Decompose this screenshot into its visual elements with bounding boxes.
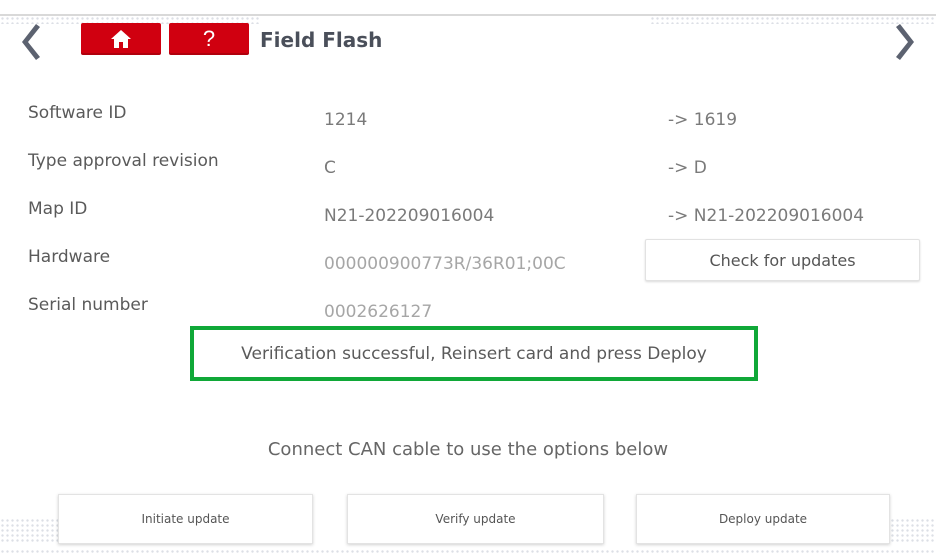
hardware-label: Hardware: [28, 247, 111, 267]
initiate-update-button[interactable]: Initiate update: [58, 494, 313, 544]
type-approval-value: C: [324, 158, 336, 178]
type-approval-new: -> D: [668, 158, 707, 178]
verify-update-button[interactable]: Verify update: [347, 494, 604, 544]
chevron-right-icon: [896, 24, 914, 60]
help-icon: ?: [202, 26, 216, 51]
dot-pattern: [890, 518, 936, 544]
home-button[interactable]: [81, 23, 161, 55]
map-id-new: -> N21-202209016004: [668, 206, 865, 226]
dot-pattern: [0, 518, 58, 544]
deploy-update-button[interactable]: Deploy update: [636, 494, 890, 544]
type-approval-label: Type approval revision: [28, 151, 219, 171]
back-arrow[interactable]: [16, 22, 42, 62]
status-message: Verification successful, Reinsert card a…: [190, 326, 758, 381]
chevron-left-icon: [22, 24, 40, 60]
can-cable-message: Connect CAN cable to use the options bel…: [267, 439, 669, 460]
forward-arrow[interactable]: [894, 22, 920, 62]
home-icon: [111, 30, 131, 48]
page-title: Field Flash: [260, 28, 383, 52]
serial-number-value: 0002626127: [324, 302, 433, 322]
software-id-value: 1214: [324, 110, 368, 130]
serial-number-label: Serial number: [28, 295, 148, 315]
check-for-updates-button[interactable]: Check for updates: [645, 239, 920, 281]
software-id-label: Software ID: [28, 103, 127, 123]
help-button[interactable]: ?: [169, 23, 249, 55]
status-text: Verification successful, Reinsert card a…: [241, 343, 707, 364]
map-id-label: Map ID: [28, 199, 88, 219]
software-id-new: -> 1619: [668, 110, 738, 130]
hardware-value: 000000900773R/36R01;00C: [324, 254, 566, 274]
map-id-value: N21-202209016004: [324, 206, 495, 226]
dot-pattern: [0, 549, 936, 555]
